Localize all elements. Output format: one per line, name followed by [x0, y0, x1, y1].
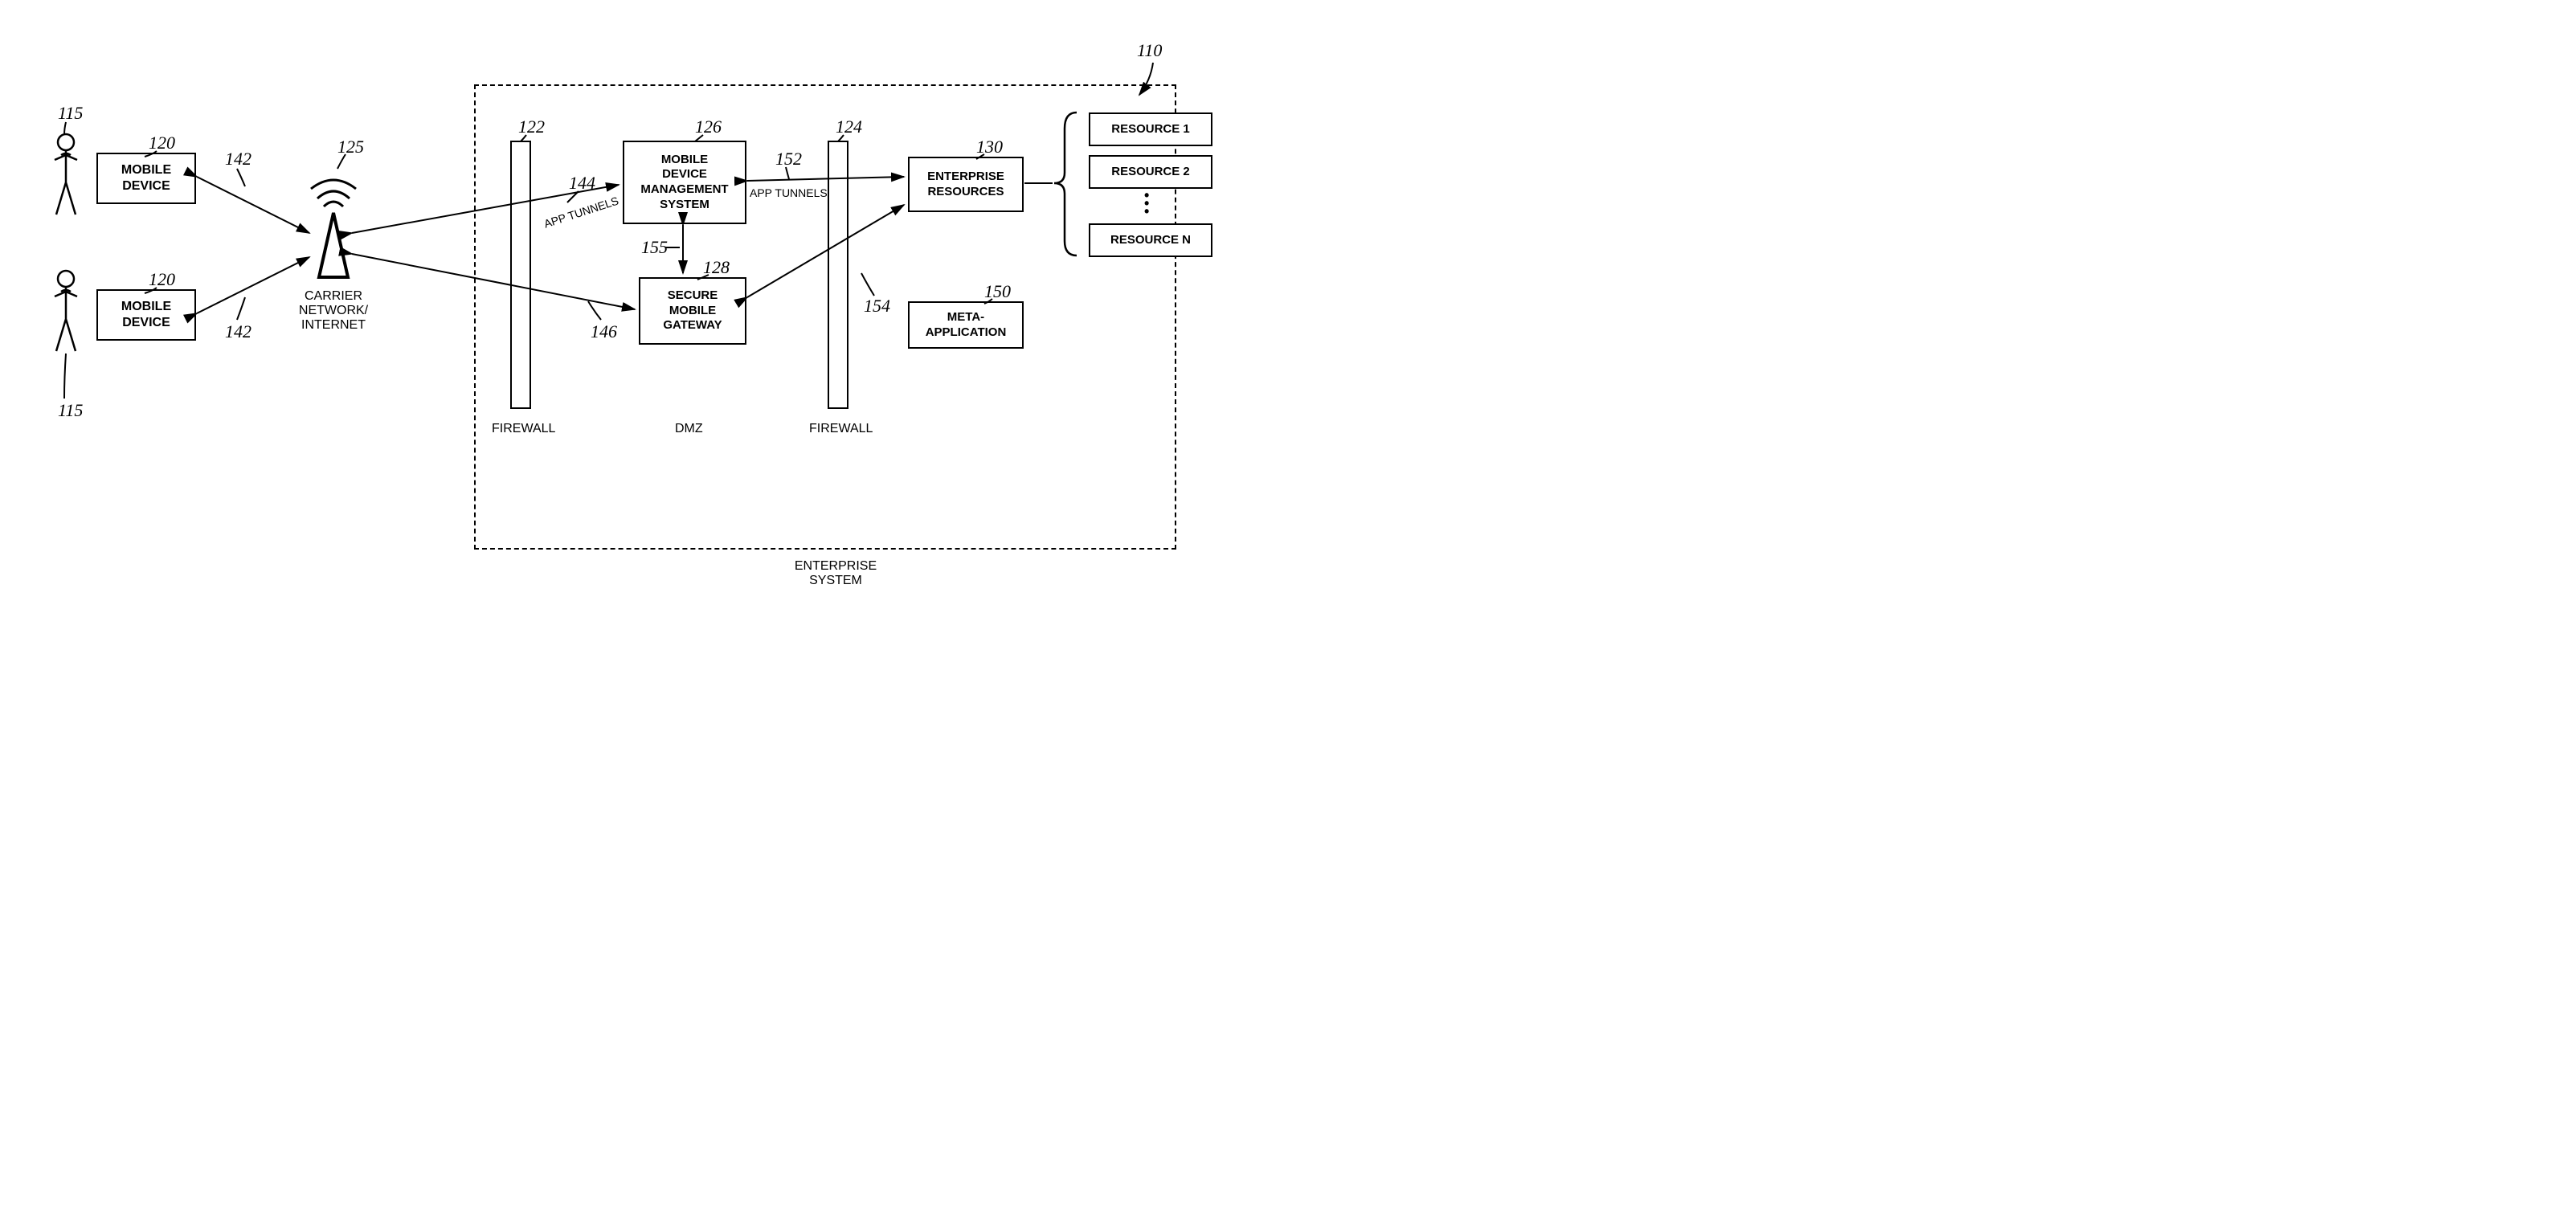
resource-n: RESOURCE N	[1089, 223, 1212, 257]
ref-user-top: 115	[58, 103, 83, 124]
firewall-left-label: FIREWALL	[492, 422, 555, 436]
ref-system: 110	[1137, 40, 1162, 61]
firewall-left	[510, 141, 531, 409]
app-tunnels-right: APP TUNNELS	[750, 186, 828, 199]
mobile-device-bottom: MOBILE DEVICE	[96, 289, 196, 341]
carrier-label: CARRIER NETWORK/ INTERNET	[281, 289, 386, 333]
ref-device-bottom: 120	[149, 269, 175, 290]
ref-device-top: 120	[149, 133, 175, 153]
ref-link-mdm-smg: 155	[641, 237, 668, 258]
firewall-right-label: FIREWALL	[809, 422, 873, 436]
enterprise-system-container	[474, 84, 1176, 550]
ref-er: 130	[976, 137, 1003, 157]
resource-2: RESOURCE 2	[1089, 155, 1212, 189]
ref-fw-right: 124	[836, 117, 862, 137]
ref-tower: 125	[337, 137, 364, 157]
firewall-right	[828, 141, 848, 409]
ref-link-mdm-er: 152	[775, 149, 802, 170]
resource-dots: •••	[1144, 191, 1150, 215]
ref-link-fw-mdm: 144	[569, 173, 595, 194]
ref-link-dev-bottom: 142	[225, 321, 251, 342]
ref-link-dev-top: 142	[225, 149, 251, 170]
mobile-device-top: MOBILE DEVICE	[96, 153, 196, 204]
enterprise-system-label: ENTERPRISE SYSTEM	[783, 559, 888, 588]
ref-link-smg-er: 154	[864, 296, 890, 317]
mdm-box: MOBILE DEVICE MANAGEMENT SYSTEM	[623, 141, 746, 224]
meta-box: META- APPLICATION	[908, 301, 1024, 349]
ref-smg: 128	[703, 257, 730, 278]
resource-1: RESOURCE 1	[1089, 112, 1212, 146]
smg-box: SECURE MOBILE GATEWAY	[639, 277, 746, 345]
diagram-canvas: 110 115 115 120 MOBILE DEVICE 120 MOBILE…	[16, 16, 1304, 621]
ref-meta: 150	[984, 281, 1011, 302]
er-box: ENTERPRISE RESOURCES	[908, 157, 1024, 212]
ref-mdm: 126	[695, 117, 722, 137]
dmz-label: DMZ	[675, 422, 703, 436]
ref-user-bottom: 115	[58, 400, 83, 421]
ref-link-fw-smg: 146	[591, 321, 617, 342]
ref-fw-left: 122	[518, 117, 545, 137]
